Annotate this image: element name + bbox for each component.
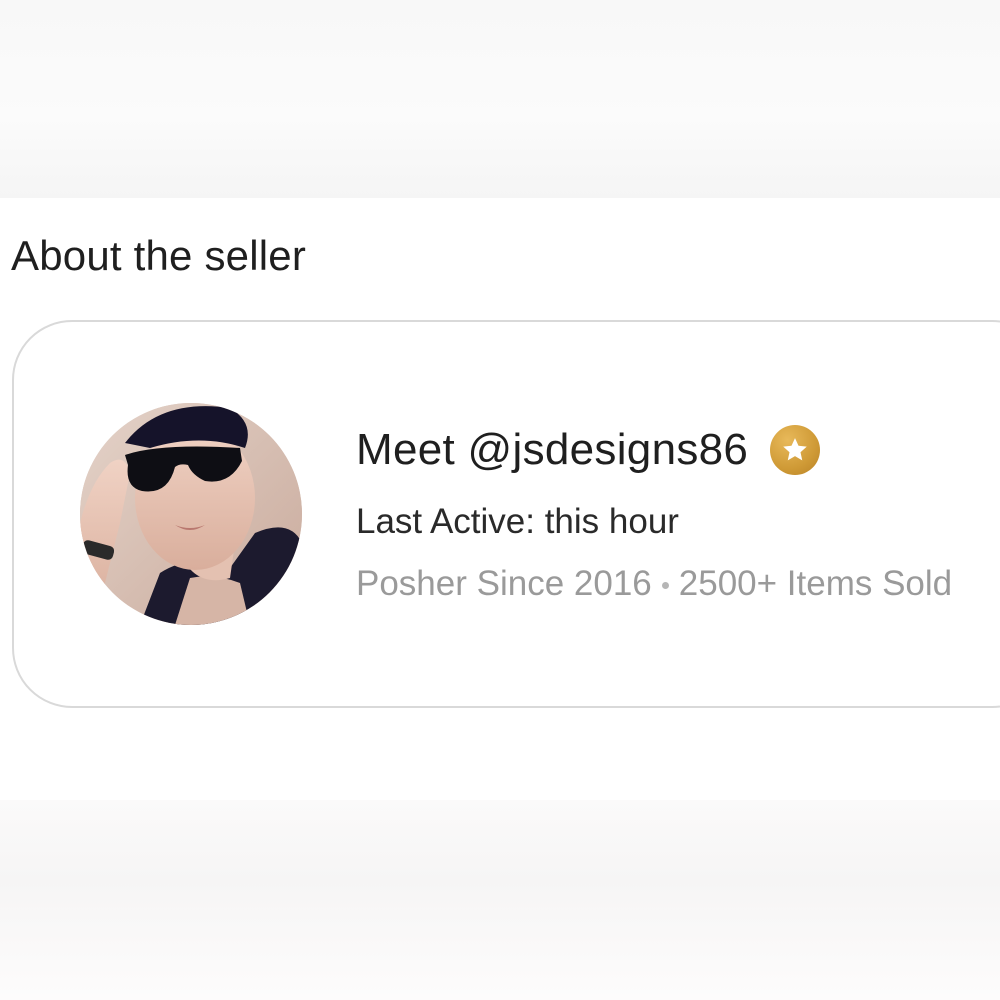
last-active-text: Last Active: this hour <box>356 502 679 541</box>
avatar[interactable] <box>80 403 302 625</box>
seller-username-link[interactable]: Meet @jsdesigns86 <box>356 425 748 475</box>
seller-meta: Posher Since 2016 2500+ Items Sold <box>356 560 952 608</box>
page: About the seller Meet @jsdesigns86 Last … <box>0 0 1000 1000</box>
avatar-photo <box>80 403 302 625</box>
top-background <box>0 0 1000 198</box>
bottom-background <box>0 800 1000 1000</box>
separator-dot <box>661 581 669 589</box>
star-badge-icon <box>770 425 821 475</box>
items-sold-text: 2500+ Items Sold <box>678 564 953 603</box>
posher-since-text: Posher Since 2016 <box>356 564 652 603</box>
seller-name-row: Meet @jsdesigns86 <box>356 420 821 480</box>
section-title: About the seller <box>11 232 307 279</box>
